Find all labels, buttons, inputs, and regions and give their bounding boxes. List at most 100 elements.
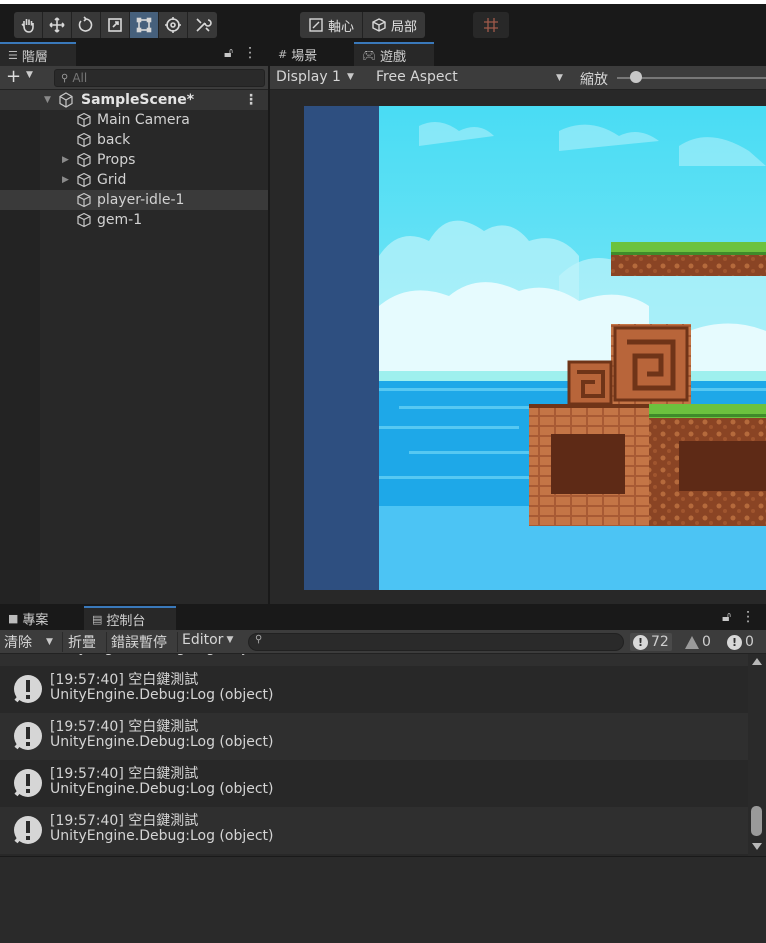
pivot-button[interactable]: 軸心: [300, 12, 364, 38]
rotate-icon: [78, 16, 93, 32]
aspect-chevron-icon[interactable]: ▼: [556, 73, 563, 83]
toolbar-separator: [62, 632, 63, 652]
log-entry[interactable]: [19:57:40] 空白鍵測試 UnityEngine.Debug:Log (…: [0, 713, 748, 760]
kebab-menu-icon[interactable]: ⋮: [741, 609, 755, 625]
grid-snap-button[interactable]: [473, 12, 509, 38]
ground-left: [529, 404, 649, 526]
tab-console[interactable]: ▤ 控制台: [84, 606, 176, 630]
local-button[interactable]: 局部: [363, 12, 426, 38]
error-icon: !: [727, 634, 742, 650]
transform-tool-button[interactable]: [159, 12, 188, 38]
warning-filter-toggle[interactable]: 0: [682, 633, 714, 651]
clear-button[interactable]: 清除: [4, 632, 32, 652]
hierarchy-item-label: Grid: [97, 172, 127, 188]
log-entry[interactable]: [19:57:40] 空白鍵測試 UnityEngine.Debug:Log (…: [0, 666, 748, 713]
game-view[interactable]: [304, 106, 766, 590]
log-detail: UnityEngine.Debug:Log (object): [50, 654, 274, 656]
console-panel: ■ 專案 ▤ 控制台 🔓︎ ⋮ 清除 ▼ 折疊 錯誤暫停 Editor ▼ ⚲ …: [0, 606, 766, 943]
tab-project[interactable]: ■ 專案: [0, 606, 76, 630]
stone-small: [567, 360, 613, 406]
scale-icon: [108, 18, 122, 32]
gameobject-cube-icon: [76, 212, 92, 228]
hierarchy-item-back[interactable]: back: [0, 130, 268, 150]
hand-tool-button[interactable]: [14, 12, 43, 38]
info-bubble-icon: [14, 769, 42, 797]
game-panel: # 場景 🎮︎ 遊戲 Display 1 ▼ Free Aspect ▼ 縮放: [270, 42, 766, 604]
log-entry-partial[interactable]: UnityEngine.Debug:Log (object): [0, 654, 748, 666]
log-filter-toggle[interactable]: ! 72: [630, 633, 672, 651]
clear-options-chevron-icon[interactable]: ▼: [46, 637, 53, 647]
toolbar-separator: [106, 632, 107, 652]
scale-tool-button[interactable]: [101, 12, 130, 38]
game-toolbar: Display 1 ▼ Free Aspect ▼ 縮放: [270, 66, 766, 90]
console-search-input[interactable]: ⚲: [248, 633, 624, 651]
hierarchy-search-input[interactable]: [72, 71, 253, 85]
log-message: [19:57:40] 空白鍵測試: [50, 672, 199, 688]
hierarchy-item-props[interactable]: ▶ Props: [0, 150, 268, 170]
log-entry[interactable]: [19:57:40] 空白鍵測試 UnityEngine.Debug:Log (…: [0, 760, 748, 807]
hierarchy-item-label: back: [97, 132, 131, 148]
aspect-dropdown[interactable]: Free Aspect: [376, 69, 458, 85]
scene-kebab-icon[interactable]: ⋮: [244, 92, 258, 108]
error-pause-label: 錯誤暫停: [111, 635, 167, 651]
rect-tool-button[interactable]: [130, 12, 159, 38]
hierarchy-item-main-camera[interactable]: Main Camera: [0, 110, 268, 130]
rotate-tool-button[interactable]: [72, 12, 101, 38]
tab-game[interactable]: 🎮︎ 遊戲: [354, 42, 434, 66]
expand-arrow-icon[interactable]: ▶: [62, 155, 69, 165]
console-icon: ▤: [92, 612, 103, 626]
error-count: 0: [745, 634, 754, 650]
log-entry[interactable]: [19:57:40] 空白鍵測試 UnityEngine.Debug:Log (…: [0, 807, 748, 854]
grid-snap-icon: [484, 18, 498, 32]
error-filter-toggle[interactable]: ! 0: [724, 633, 757, 651]
hierarchy-item-gem-1[interactable]: gem-1: [0, 210, 268, 230]
expand-arrow-icon[interactable]: ▼: [44, 95, 51, 105]
scroll-up-icon[interactable]: [752, 658, 762, 665]
kebab-menu-icon[interactable]: ⋮: [243, 45, 257, 61]
hand-icon: [21, 19, 34, 33]
scroll-down-icon[interactable]: [752, 843, 762, 850]
ground-right: [649, 404, 766, 526]
hierarchy-list: ▼ SampleScene* ⋮ Main Camera back ▶ Prop…: [0, 90, 268, 230]
add-object-button[interactable]: +: [6, 67, 21, 87]
tab-game-label: 遊戲: [379, 49, 406, 65]
folder-icon: ■: [8, 611, 19, 625]
hierarchy-item-player-idle-1[interactable]: player-idle-1: [0, 190, 268, 210]
tab-scene[interactable]: # 場景: [270, 42, 354, 66]
gameobject-cube-icon: [76, 132, 92, 148]
console-log-list[interactable]: UnityEngine.Debug:Log (object) [19:57:40…: [0, 654, 748, 856]
clear-label: 清除: [4, 635, 32, 651]
aspect-value: Free Aspect: [376, 69, 458, 85]
scroll-thumb[interactable]: [751, 806, 762, 836]
info-bubble-icon: [14, 816, 42, 844]
move-tool-button[interactable]: [43, 12, 72, 38]
chevron-down-icon[interactable]: ▼: [26, 70, 33, 80]
display-dropdown[interactable]: Display 1 ▼: [276, 69, 354, 85]
custom-tool-button[interactable]: [188, 12, 217, 38]
hierarchy-item-grid[interactable]: ▶ Grid: [0, 170, 268, 190]
stone-big: [611, 324, 691, 404]
collapse-button[interactable]: 折疊: [68, 632, 96, 652]
console-scrollbar[interactable]: [748, 654, 766, 856]
console-panel-menu: 🔓︎ ⋮: [722, 609, 755, 625]
lock-icon[interactable]: 🔓︎: [224, 45, 233, 61]
console-detail-area[interactable]: [0, 856, 766, 943]
error-pause-button[interactable]: 錯誤暫停: [111, 632, 167, 652]
tab-hierarchy[interactable]: ☰ 階層: [0, 42, 76, 66]
hierarchy-tabbar: ☰ 階層 🔓︎ ⋮: [0, 42, 268, 66]
hierarchy-search-field[interactable]: ⚲: [54, 69, 265, 87]
pivot-controls: 軸心 局部: [300, 12, 426, 38]
search-icon: ⚲: [61, 72, 69, 84]
gamepad-icon: 🎮︎: [362, 48, 376, 62]
console-tabbar: ■ 專案 ▤ 控制台 🔓︎ ⋮: [0, 606, 766, 630]
game-tabbar: # 場景 🎮︎ 遊戲: [270, 42, 766, 66]
transform-icon: [165, 17, 181, 33]
editor-dropdown[interactable]: Editor ▼: [182, 632, 233, 648]
pivot-icon: [309, 18, 323, 32]
log-message: [19:57:40] 空白鍵測試: [50, 719, 199, 735]
zoom-slider-thumb[interactable]: [630, 71, 643, 83]
expand-arrow-icon[interactable]: ▶: [62, 175, 69, 185]
lock-icon[interactable]: 🔓︎: [722, 609, 731, 625]
hierarchy-scene-row[interactable]: ▼ SampleScene* ⋮: [0, 90, 268, 110]
gameobject-cube-icon: [76, 192, 92, 208]
